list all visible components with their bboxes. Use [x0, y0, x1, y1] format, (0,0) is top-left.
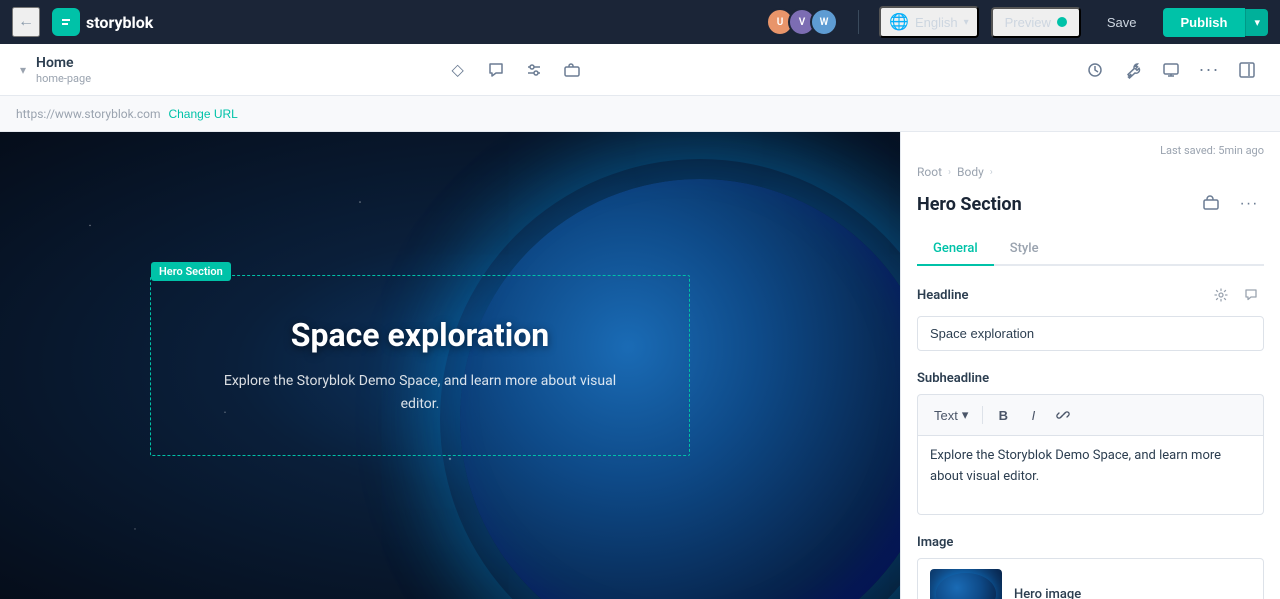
publish-button[interactable]: Publish: [1163, 8, 1246, 37]
italic-button[interactable]: I: [1019, 401, 1047, 429]
more-options-icon[interactable]: ···: [1192, 53, 1226, 87]
app-name: storyblok: [86, 13, 153, 32]
component-more-icon[interactable]: ···: [1234, 189, 1264, 219]
publish-group: Publish ▾: [1163, 8, 1268, 37]
text-type-chevron: ▾: [962, 407, 969, 423]
change-url-button[interactable]: Change URL: [168, 107, 237, 121]
subheadline-rich-text[interactable]: Explore the Storyblok Demo Space, and le…: [917, 435, 1264, 515]
hero-section-box[interactable]: Hero Section Space exploration Explore t…: [150, 275, 690, 456]
rich-text-toolbar: Text ▾ B I: [917, 394, 1264, 435]
rt-divider: [982, 406, 983, 424]
app-logo: storyblok: [52, 8, 153, 36]
headline-comment-icon[interactable]: [1238, 282, 1264, 308]
language-selector[interactable]: 🌐 English ▾: [879, 6, 979, 38]
image-field-group: Image Hero image: [917, 535, 1264, 599]
main-content: Hero Section Space exploration Explore t…: [0, 132, 1280, 599]
right-panel-body: Headline Subheadline: [901, 266, 1280, 599]
globe-icon: 🌐: [889, 12, 909, 32]
space-background: Hero Section Space exploration Explore t…: [0, 132, 900, 599]
image-label: Image: [917, 535, 953, 550]
story-slug: home-page: [36, 72, 91, 85]
language-label: English: [915, 15, 958, 30]
image-thumb-inner: [936, 573, 996, 599]
chevron-down-icon: ▾: [964, 17, 969, 28]
headline-input[interactable]: [917, 316, 1264, 351]
nav-divider: [858, 10, 859, 34]
image-thumbnail: [930, 569, 1002, 599]
component-title-row: Hero Section ···: [917, 189, 1264, 219]
breadcrumb-root[interactable]: Root: [917, 165, 942, 179]
wrench-icon[interactable]: [1116, 53, 1150, 87]
history-icon[interactable]: [1078, 53, 1112, 87]
breadcrumb-body[interactable]: Body: [957, 165, 984, 179]
desktop-icon[interactable]: [1154, 53, 1188, 87]
breadcrumb-separator: ›: [948, 167, 951, 178]
avatars-group: U V W: [766, 8, 838, 36]
headline-label-row: Headline: [917, 282, 1264, 308]
component-block-icon[interactable]: [1196, 189, 1226, 219]
url-text: https://www.storyblok.com: [16, 107, 160, 121]
diamond-icon[interactable]: ◇: [441, 53, 475, 87]
publish-dropdown-button[interactable]: ▾: [1245, 9, 1268, 36]
last-saved-text: Last saved: 5min ago: [917, 144, 1264, 165]
subheadline-field-group: Subheadline Text ▾ B I Explore the Story…: [917, 371, 1264, 515]
bold-button[interactable]: B: [989, 401, 1017, 429]
headline-field-icons: [1208, 282, 1264, 308]
second-bar: ▾ Home home-page ◇ ···: [0, 44, 1280, 96]
headline-label: Headline: [917, 288, 969, 303]
component-title: Hero Section: [917, 194, 1188, 215]
breadcrumb-separator-2: ›: [990, 167, 993, 178]
link-button[interactable]: [1049, 401, 1077, 429]
collapse-icon[interactable]: ▾: [16, 59, 30, 81]
preview-status-dot: [1057, 17, 1067, 27]
text-type-button[interactable]: Text ▾: [926, 403, 976, 427]
save-button[interactable]: Save: [1093, 9, 1151, 36]
preview-button[interactable]: Preview: [991, 7, 1081, 38]
image-preview-row[interactable]: Hero image: [917, 558, 1264, 599]
hero-section-label: Hero Section: [151, 262, 231, 281]
right-panel: Last saved: 5min ago Root › Body › Hero …: [900, 132, 1280, 599]
story-name: Home: [36, 55, 91, 71]
subheadline-label: Subheadline: [917, 371, 989, 386]
comment-icon[interactable]: [479, 53, 513, 87]
text-type-label: Text: [934, 408, 958, 423]
panel-toggle-icon[interactable]: [1230, 53, 1264, 87]
image-label-row: Image: [917, 535, 1264, 550]
logo-icon: [52, 8, 80, 36]
briefcase-icon[interactable]: [555, 53, 589, 87]
hero-headline: Space exploration: [211, 316, 629, 354]
headline-field-group: Headline: [917, 282, 1264, 351]
image-filename-label: Hero image: [1014, 587, 1081, 599]
avatar: W: [810, 8, 838, 36]
top-nav: ← storyblok U V W 🌐 English ▾ Preview Sa…: [0, 0, 1280, 44]
toolbar-icons: ◇: [441, 53, 589, 87]
story-title-group: ▾ Home home-page: [16, 55, 196, 85]
breadcrumb: Root › Body ›: [917, 165, 1264, 179]
sliders-icon[interactable]: [517, 53, 551, 87]
right-toolbar: ···: [1078, 53, 1264, 87]
tab-general[interactable]: General: [917, 233, 994, 266]
url-bar: https://www.storyblok.com Change URL: [0, 96, 1280, 132]
subheadline-label-row: Subheadline: [917, 371, 1264, 386]
back-button[interactable]: ←: [12, 7, 40, 37]
hero-subheadline: Explore the Storyblok Demo Space, and le…: [211, 370, 629, 415]
tabs-row: General Style: [917, 233, 1264, 266]
preview-label: Preview: [1005, 15, 1051, 30]
preview-panel: Hero Section Space exploration Explore t…: [0, 132, 900, 599]
right-panel-header: Last saved: 5min ago Root › Body › Hero …: [901, 132, 1280, 266]
tab-style[interactable]: Style: [994, 233, 1055, 266]
headline-settings-icon[interactable]: [1208, 282, 1234, 308]
